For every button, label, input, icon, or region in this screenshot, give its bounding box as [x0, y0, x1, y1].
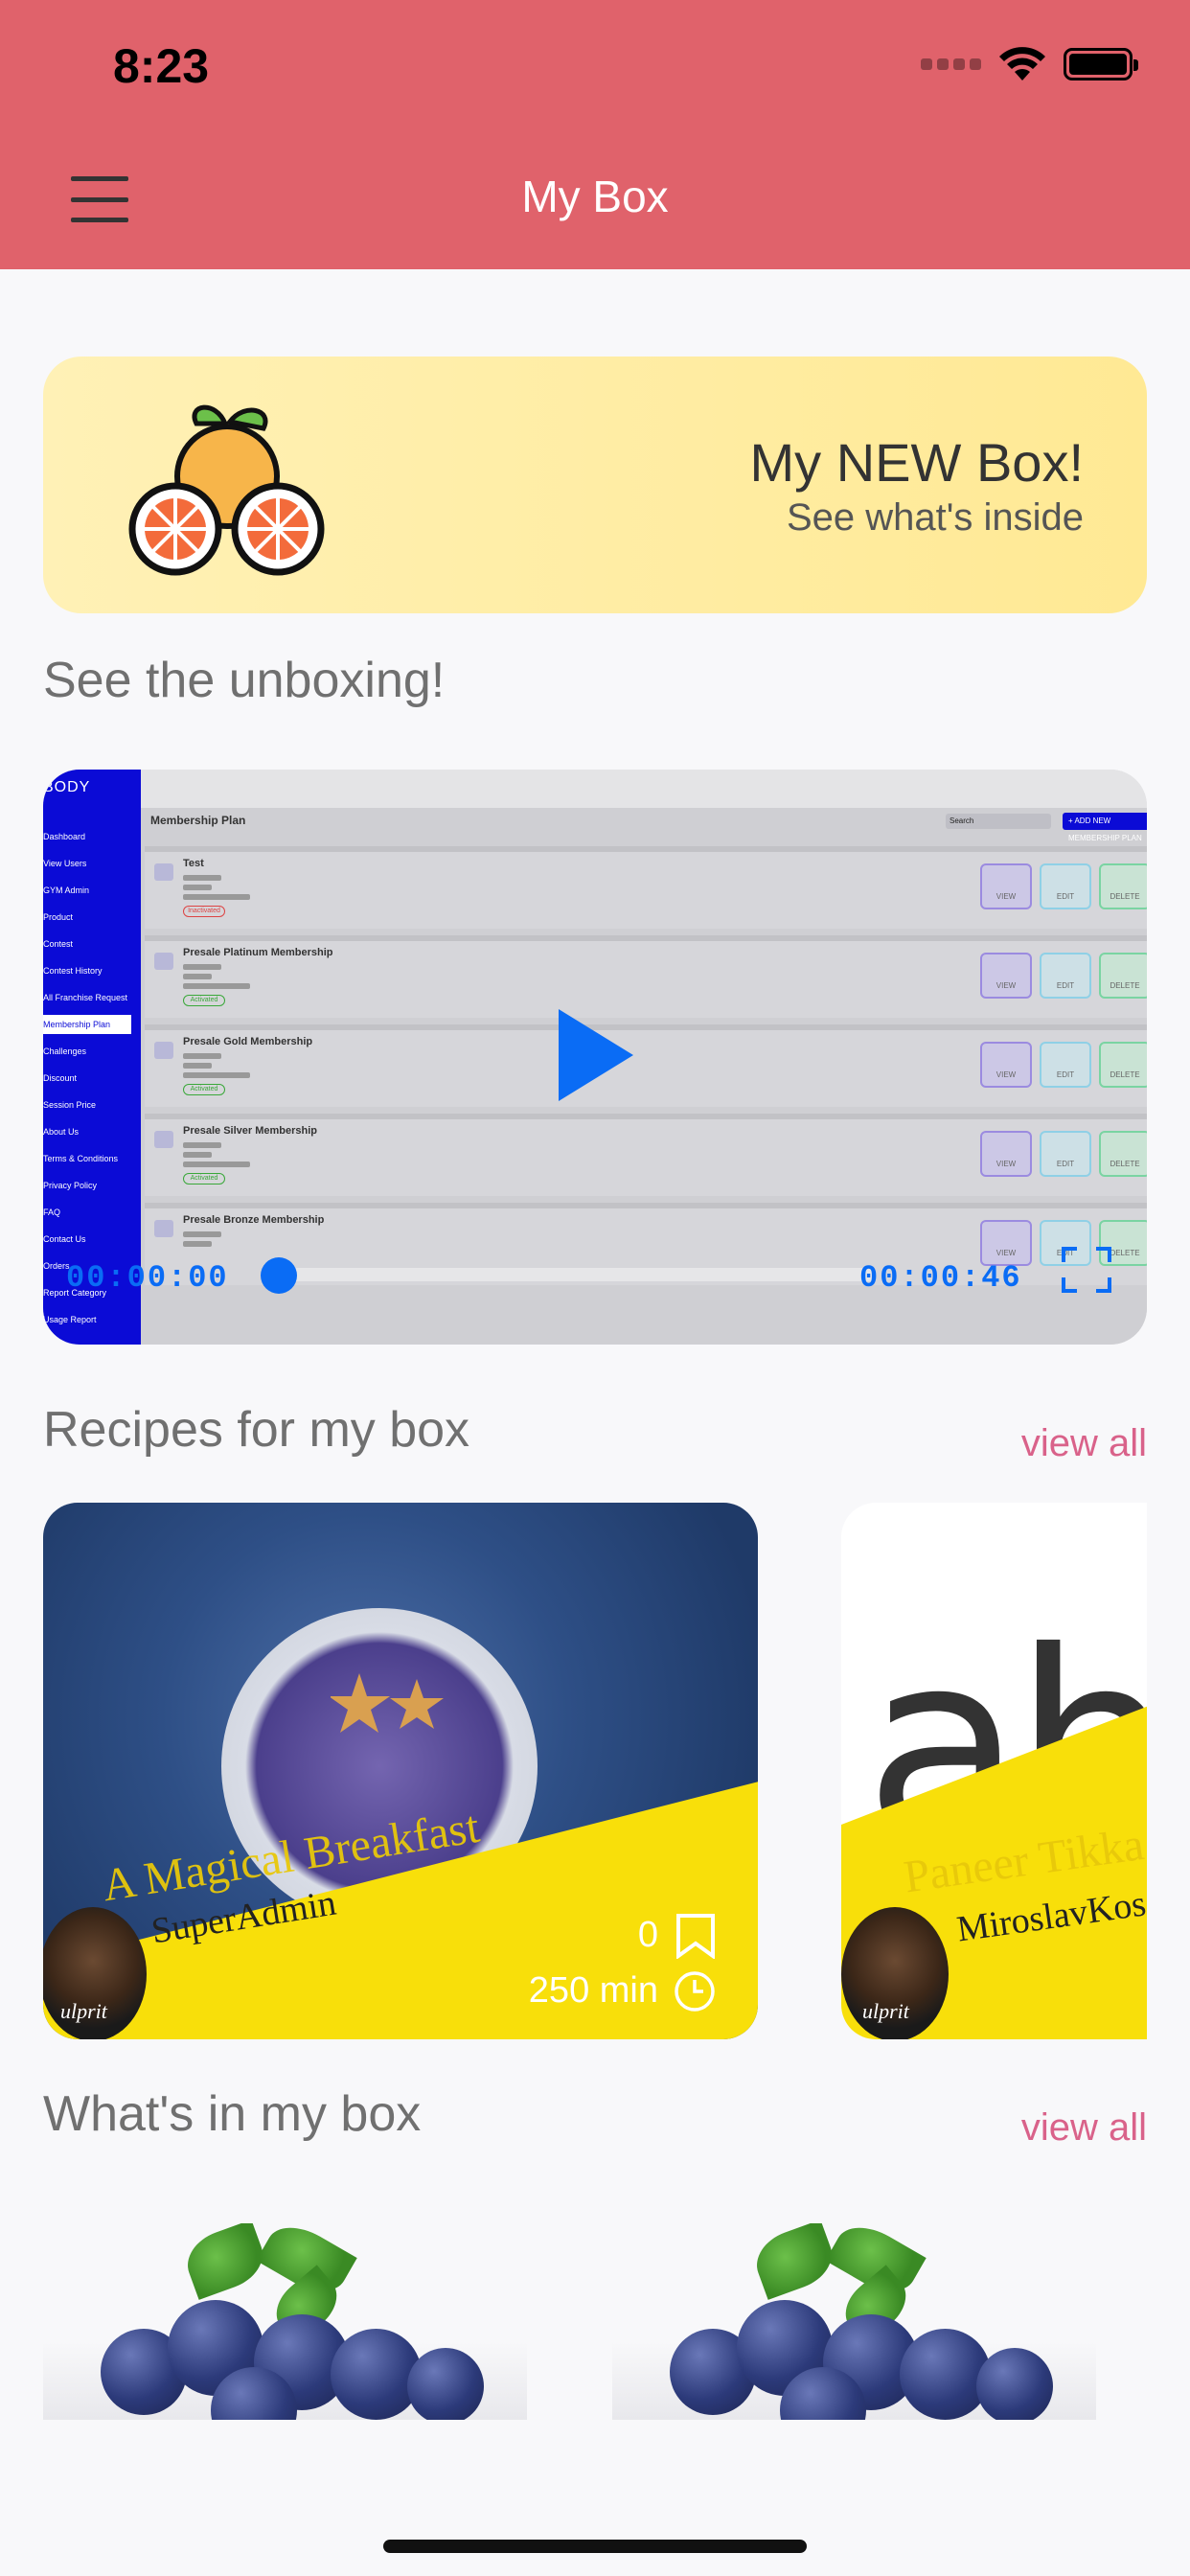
plan-name: Presale Platinum Membership: [183, 947, 333, 958]
video-sidebar-item: View Users: [43, 859, 87, 868]
video-screen-brand: BODY: [43, 779, 91, 795]
video-sidebar-item: About Us: [43, 1127, 80, 1137]
box-item-blueberries[interactable]: [43, 2223, 527, 2420]
status-time: 8:23: [113, 39, 210, 93]
video-sidebar-item: Contest History: [43, 966, 103, 976]
video-screen-add-button: + ADD NEW MEMBERSHIP PLAN: [1063, 813, 1147, 842]
banner-title: My NEW Box!: [749, 432, 1084, 493]
avatar-label: ulprit: [60, 1999, 107, 2023]
video-plan-row: Presale Silver Membership Activated VIEW…: [145, 1114, 1147, 1196]
video-current-time: 00:00:00: [66, 1260, 229, 1296]
page-title: My Box: [521, 172, 669, 221]
video-sidebar-item: Usage Report: [43, 1315, 97, 1324]
plan-view: VIEW: [980, 953, 1032, 999]
plan-edit: EDIT: [1040, 953, 1091, 999]
video-sidebar-item-active: Membership Plan: [43, 1015, 131, 1034]
author-avatar: ulprit: [43, 1907, 147, 2039]
video-screen-topbar: [141, 770, 1147, 808]
unboxing-section-title: See the unboxing!: [43, 653, 446, 708]
video-sidebar-item: Dashboard: [43, 832, 86, 841]
plan-delete: DELETE: [1099, 1042, 1147, 1088]
video-screen-heading: Membership Plan: [150, 814, 246, 827]
video-sidebar-item: Contest: [43, 939, 74, 949]
video-plan-row: Test Inactivated VIEW EDIT DELETE: [145, 846, 1147, 929]
bookmark-icon[interactable]: [675, 1913, 716, 1959]
video-progress-track[interactable]: [276, 1268, 876, 1281]
plan-delete: DELETE: [1099, 953, 1147, 999]
video-sidebar-item: Challenges: [43, 1046, 87, 1056]
status-icons: [921, 46, 1138, 82]
plan-view: VIEW: [980, 863, 1032, 909]
recipes-section-title: Recipes for my box: [43, 1402, 470, 1458]
box-view-all-link[interactable]: view all: [1021, 2106, 1147, 2150]
video-sidebar-item: Discount: [43, 1073, 78, 1083]
avatar-label: ulprit: [862, 1999, 909, 2023]
orange-logo-icon: [128, 404, 325, 576]
unboxing-video-player[interactable]: BODY Dashboard View Users GYM Admin Prod…: [43, 770, 1147, 1345]
wifi-icon: [999, 47, 1045, 80]
author-avatar: ulprit: [841, 1907, 949, 2039]
video-seek-knob[interactable]: [261, 1257, 297, 1294]
video-sidebar-item: Contact Us: [43, 1234, 86, 1244]
plan-delete: DELETE: [1099, 863, 1147, 909]
video-sidebar-item: Privacy Policy: [43, 1181, 98, 1190]
fullscreen-icon[interactable]: [1062, 1247, 1111, 1293]
plan-status: Activated: [183, 1173, 225, 1184]
video-plan-row: Presale Platinum Membership Activated VI…: [145, 935, 1147, 1018]
plan-edit: EDIT: [1040, 863, 1091, 909]
video-plan-row: Presale Gold Membership Activated VIEW E…: [145, 1024, 1147, 1107]
recipe-card[interactable]: ah Paneer Tikka MiroslavKos ulprit: [841, 1503, 1147, 2039]
video-sidebar-item: GYM Admin: [43, 886, 90, 895]
play-icon[interactable]: [559, 1009, 633, 1101]
box-section-title: What's in my box: [43, 2086, 422, 2142]
plan-status: Activated: [183, 995, 225, 1006]
banner-subtitle: See what's inside: [786, 496, 1084, 539]
battery-icon: [1064, 48, 1138, 80]
recipes-view-all-link[interactable]: view all: [1021, 1422, 1147, 1465]
plan-view: VIEW: [980, 1131, 1032, 1177]
video-sidebar-item: All Franchise Request: [43, 993, 128, 1002]
video-sidebar-item: Session Price: [43, 1100, 97, 1110]
video-sidebar-item: Terms & Conditions: [43, 1154, 119, 1163]
box-item-blueberries[interactable]: [612, 2223, 1096, 2420]
plan-edit: EDIT: [1040, 1131, 1091, 1177]
plan-name: Test: [183, 858, 204, 869]
plan-view: VIEW: [980, 1042, 1032, 1088]
video-sidebar-item: FAQ: [43, 1208, 61, 1217]
video-duration: 00:00:46: [859, 1260, 1022, 1296]
recipe-time: 250 min: [528, 1970, 658, 2011]
new-box-banner[interactable]: My NEW Box! See what's inside: [43, 356, 1147, 613]
clock-icon: [675, 1971, 715, 2012]
plan-status: Activated: [183, 1084, 225, 1095]
recipe-card[interactable]: A Magical Breakfast SuperAdmin ulprit 0 …: [43, 1503, 758, 2039]
bookmark-count: 0: [637, 1915, 658, 1955]
video-sidebar-item: Product: [43, 912, 74, 922]
home-indicator[interactable]: [383, 2540, 807, 2553]
signal-icon: [921, 58, 981, 70]
plan-name: Presale Bronze Membership: [183, 1214, 325, 1226]
plan-view: VIEW: [980, 1220, 1032, 1266]
plan-edit: EDIT: [1040, 1042, 1091, 1088]
plan-delete: DELETE: [1099, 1131, 1147, 1177]
plan-name: Presale Silver Membership: [183, 1125, 318, 1137]
video-screen-search: Search: [946, 814, 1051, 829]
plan-status: Inactivated: [183, 906, 225, 917]
star-decoration-icon: [331, 1673, 444, 1733]
video-screen-sidebar: BODY Dashboard View Users GYM Admin Prod…: [43, 770, 141, 1345]
plan-name: Presale Gold Membership: [183, 1036, 313, 1047]
app-header: 8:23 My Box: [0, 0, 1190, 269]
